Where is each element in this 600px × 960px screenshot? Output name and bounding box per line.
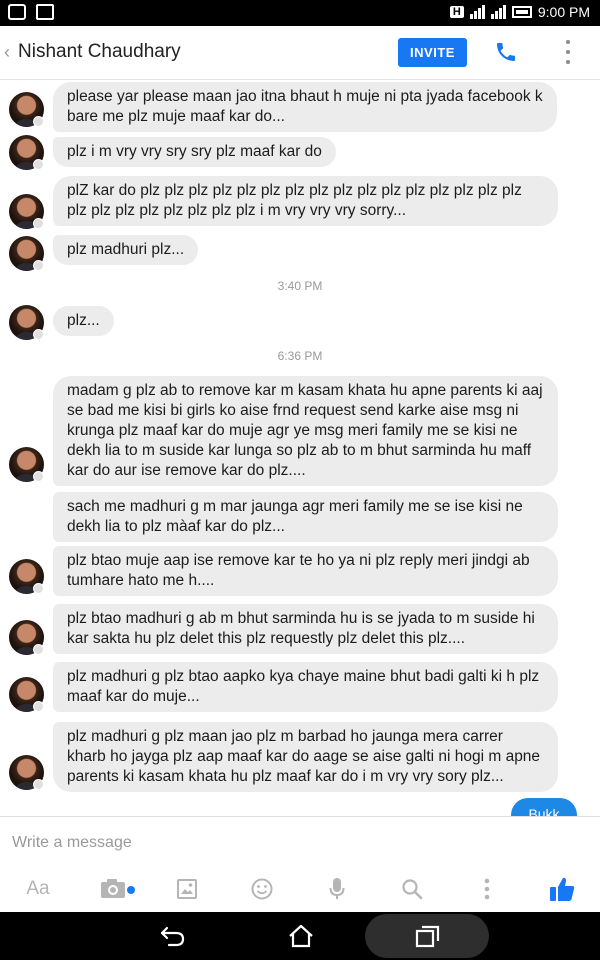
timestamp: 3:40 PM: [277, 279, 323, 293]
timestamp: 6:36 PM: [277, 349, 323, 363]
messenger-badge-icon: [33, 644, 44, 655]
phone-icon[interactable]: [494, 40, 518, 64]
messenger-badge-icon: [33, 471, 44, 482]
composer: Aa: [0, 816, 600, 912]
microphone-icon[interactable]: [328, 873, 346, 905]
messenger-badge-icon: [33, 583, 44, 594]
status-time: 9:00 PM: [537, 4, 590, 20]
status-bar: H 9:00 PM: [0, 0, 600, 26]
message-bubble[interactable]: please yar please maan jao itna bhaut h …: [53, 82, 557, 132]
camera-icon[interactable]: [98, 873, 138, 905]
signal-icon: [469, 5, 485, 19]
message-bubble[interactable]: plz madhuri plz...: [53, 235, 199, 265]
search-icon[interactable]: [401, 873, 423, 905]
signal-icon-2: [490, 5, 506, 19]
messenger-badge-icon: [33, 779, 44, 790]
message-input[interactable]: [12, 831, 582, 855]
gallery-icon[interactable]: [176, 873, 198, 905]
message-bubble[interactable]: plz madhuri g plz maan jao plz m barbad …: [53, 722, 558, 792]
emoji-icon[interactable]: [251, 873, 273, 905]
messenger-badge-icon: [33, 701, 44, 712]
messenger-badge-icon: [33, 260, 44, 271]
recent-apps-icon[interactable]: [413, 918, 443, 954]
more-vertical-icon[interactable]: [564, 40, 572, 64]
message-bubble[interactable]: plz...: [53, 306, 114, 336]
system-nav-bar: [0, 912, 600, 960]
messenger-badge-icon: [33, 218, 44, 229]
message-bubble[interactable]: plz btao muje aap ise remove kar te ho y…: [53, 546, 558, 596]
thumbs-up-icon[interactable]: [547, 873, 577, 905]
sent-message-bubble[interactable]: Bukk: [511, 798, 577, 816]
messenger-badge-icon: [33, 116, 44, 127]
invite-button[interactable]: INVITE: [398, 38, 467, 67]
messenger-badge-icon: [33, 159, 44, 170]
messenger-badge-icon: [33, 329, 44, 340]
image-notification-icon: [36, 4, 54, 20]
shield-icon: [8, 4, 26, 20]
message-thread[interactable]: please yar please maan jao itna bhaut h …: [0, 80, 600, 816]
text-format-icon[interactable]: Aa: [22, 873, 54, 905]
message-bubble[interactable]: plZ kar do plz plz plz plz plz plz plz p…: [53, 176, 558, 226]
message-bubble[interactable]: plz btao madhuri g ab m bhut sarminda hu…: [53, 604, 558, 654]
message-bubble[interactable]: plz i m vry vry sry sry plz maaf kar do: [53, 137, 336, 167]
contact-name[interactable]: Nishant Chaudhary: [18, 41, 181, 63]
message-bubble[interactable]: sach me madhuri g m mar jaunga agr meri …: [53, 492, 558, 542]
more-vertical-icon[interactable]: [483, 873, 491, 905]
conversation-header: ‹ Nishant Chaudhary INVITE: [0, 26, 600, 80]
message-bubble[interactable]: plz madhuri g plz btao aapko kya chaye m…: [53, 662, 558, 712]
back-chevron-icon[interactable]: ‹: [4, 42, 10, 63]
message-bubble[interactable]: madam g plz ab to remove kar m kasam kha…: [53, 376, 558, 486]
battery-icon: [511, 6, 532, 18]
back-icon[interactable]: [158, 918, 188, 954]
home-icon[interactable]: [286, 918, 316, 954]
network-type-badge: H: [449, 6, 464, 18]
composer-toolbar: Aa: [0, 873, 600, 909]
